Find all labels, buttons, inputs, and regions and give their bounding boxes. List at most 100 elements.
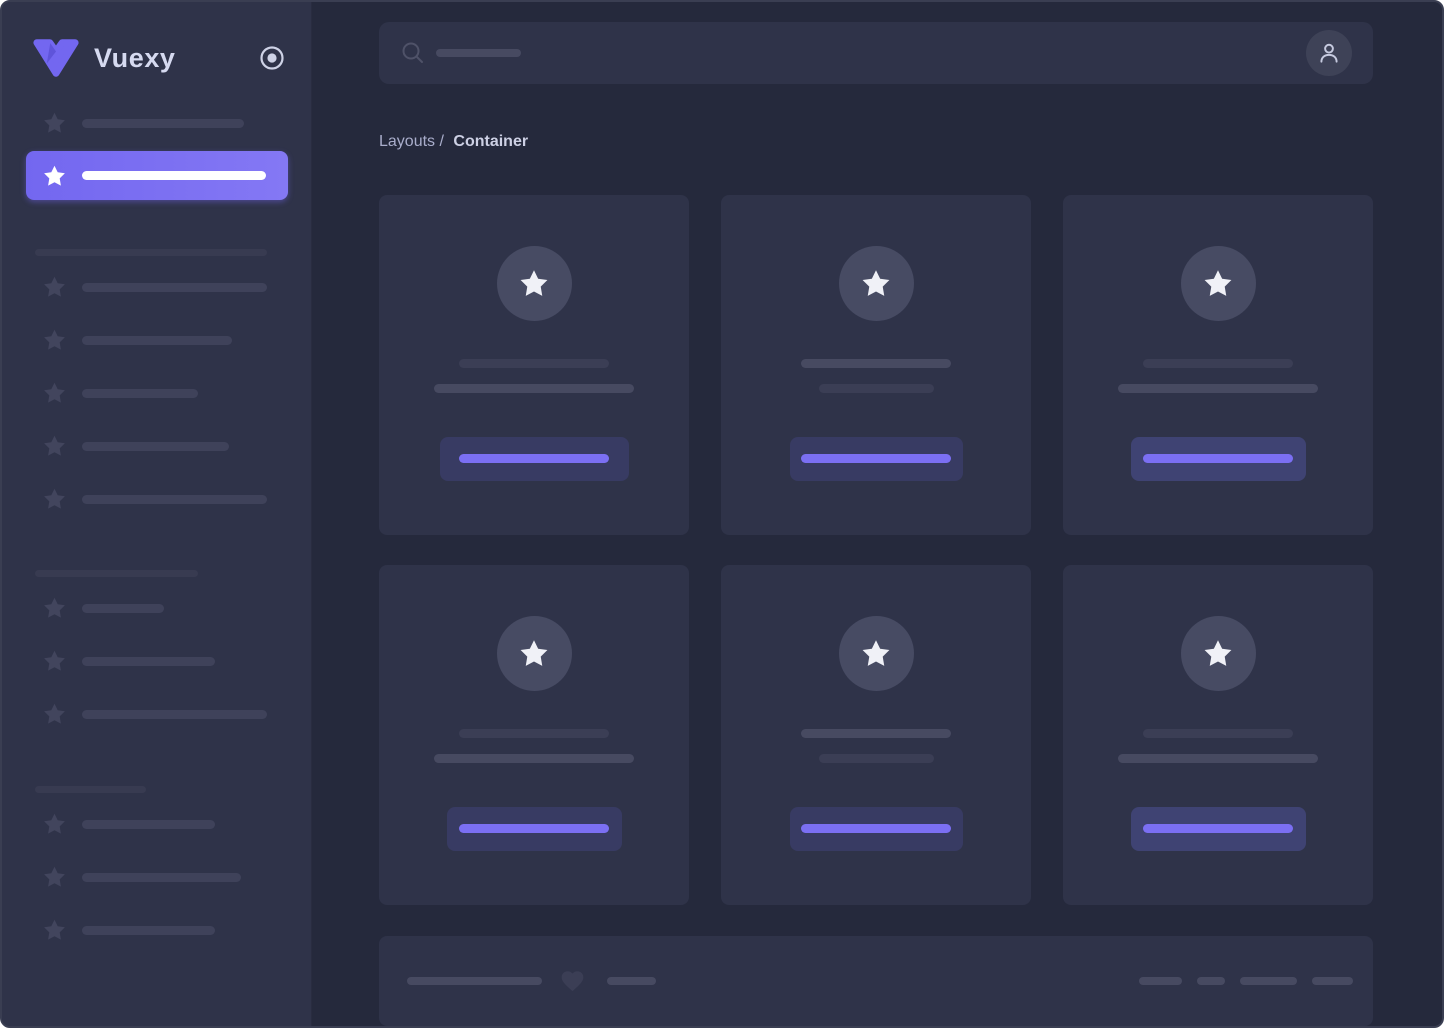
avatar xyxy=(496,245,572,321)
placeholder-button[interactable] xyxy=(789,806,963,851)
star-icon xyxy=(518,268,550,299)
skeleton-text-bar xyxy=(801,728,951,738)
star-icon xyxy=(41,812,67,836)
skeleton-text-bar xyxy=(1143,728,1293,738)
star-icon xyxy=(41,381,67,405)
skeleton-text-bar xyxy=(1312,976,1353,985)
skeleton-text-bar xyxy=(1240,976,1297,985)
heart-icon[interactable] xyxy=(558,968,587,994)
skeleton-text-bar xyxy=(607,976,656,985)
skeleton-text-bar xyxy=(1118,753,1318,763)
skeleton-text-bar xyxy=(818,383,934,393)
skeleton-text-bar xyxy=(82,335,232,345)
skeleton-text-bar xyxy=(82,282,267,292)
placeholder-button[interactable] xyxy=(439,436,629,481)
skeleton-text-bar xyxy=(82,388,198,398)
breadcrumb-parent[interactable]: Layouts / xyxy=(379,133,444,150)
sidebar-item[interactable] xyxy=(26,274,288,300)
user-avatar-button[interactable] xyxy=(1306,29,1352,76)
skeleton-text-bar xyxy=(434,753,634,763)
skeleton-text-bar xyxy=(82,603,164,613)
placeholder-card xyxy=(379,564,689,905)
breadcrumb-current: Container xyxy=(453,132,529,150)
skeleton-text-bar xyxy=(459,728,609,738)
sidebar-item[interactable] xyxy=(26,811,288,837)
button-label-bar xyxy=(801,454,951,464)
placeholder-button[interactable] xyxy=(1130,436,1306,481)
button-label-bar xyxy=(1143,454,1293,464)
placeholder-card xyxy=(721,564,1031,905)
star-icon xyxy=(41,434,67,458)
search-input[interactable] xyxy=(400,40,1306,66)
star-icon xyxy=(41,111,67,135)
avatar xyxy=(496,615,572,691)
sidebar-item-active[interactable] xyxy=(26,151,288,200)
topbar xyxy=(379,22,1373,84)
button-label-bar xyxy=(801,824,951,834)
nav-section-header-bar xyxy=(35,786,146,793)
skeleton-text-bar xyxy=(82,656,215,666)
skeleton-text-bar xyxy=(82,709,267,719)
star-icon xyxy=(41,596,67,620)
sidebar-item[interactable] xyxy=(26,648,288,674)
skeleton-text-bar xyxy=(407,976,542,985)
skeleton-text-bar xyxy=(1143,358,1293,368)
sidebar-item[interactable] xyxy=(26,380,288,406)
skeleton-text-bar xyxy=(82,925,215,935)
star-icon xyxy=(41,865,67,889)
sidebar: Vuexy xyxy=(2,2,312,1026)
skeleton-text-bar xyxy=(82,819,215,829)
star-icon xyxy=(860,268,892,299)
star-icon xyxy=(1202,268,1234,299)
skeleton-text-bar xyxy=(1197,976,1225,985)
skeleton-text-bar xyxy=(82,494,267,504)
skeleton-text-bar xyxy=(1118,383,1318,393)
nav-section-header-bar xyxy=(35,570,198,577)
avatar xyxy=(1180,615,1256,691)
star-icon xyxy=(860,638,892,669)
sidebar-item[interactable] xyxy=(26,486,288,512)
button-label-bar xyxy=(1143,824,1293,834)
footer-actions xyxy=(1139,976,1353,985)
card-grid xyxy=(379,194,1373,905)
app-window: Vuexy Layouts / Container xyxy=(0,0,1444,1028)
star-icon xyxy=(41,918,67,942)
sidebar-item[interactable] xyxy=(26,595,288,621)
search-placeholder-bar xyxy=(436,48,521,57)
skeleton-text-bar xyxy=(801,358,951,368)
sidebar-pin-toggle-icon[interactable] xyxy=(259,45,285,71)
star-icon xyxy=(1202,638,1234,669)
skeleton-text-bar xyxy=(459,358,609,368)
vuexy-logo-icon xyxy=(30,38,82,78)
sidebar-item[interactable] xyxy=(26,327,288,353)
placeholder-button[interactable] xyxy=(1130,806,1306,851)
sidebar-item[interactable] xyxy=(26,917,288,943)
placeholder-card xyxy=(379,194,689,535)
skeleton-text-bar xyxy=(82,118,244,128)
footer-placeholder-card xyxy=(379,935,1373,1026)
skeleton-text-bar xyxy=(818,753,934,763)
star-icon xyxy=(41,275,67,299)
star-icon xyxy=(41,702,67,726)
breadcrumb: Layouts / Container xyxy=(379,132,1373,151)
brand-title: Vuexy xyxy=(94,42,176,73)
placeholder-card xyxy=(721,194,1031,535)
sidebar-item[interactable] xyxy=(26,701,288,727)
star-icon xyxy=(41,649,67,673)
avatar xyxy=(1180,245,1256,321)
sidebar-item[interactable] xyxy=(26,110,288,136)
person-icon xyxy=(1316,40,1342,66)
button-label-bar xyxy=(459,454,609,464)
sidebar-header: Vuexy xyxy=(2,32,311,84)
placeholder-button[interactable] xyxy=(446,806,622,851)
placeholder-button[interactable] xyxy=(789,436,963,481)
avatar xyxy=(838,615,914,691)
placeholder-card xyxy=(1063,194,1373,535)
star-icon xyxy=(518,638,550,669)
sidebar-item[interactable] xyxy=(26,433,288,459)
search-icon xyxy=(400,40,426,66)
sidebar-item[interactable] xyxy=(26,864,288,890)
skeleton-text-bar xyxy=(1139,976,1182,985)
skeleton-text-bar xyxy=(82,441,229,451)
star-icon xyxy=(41,328,67,352)
